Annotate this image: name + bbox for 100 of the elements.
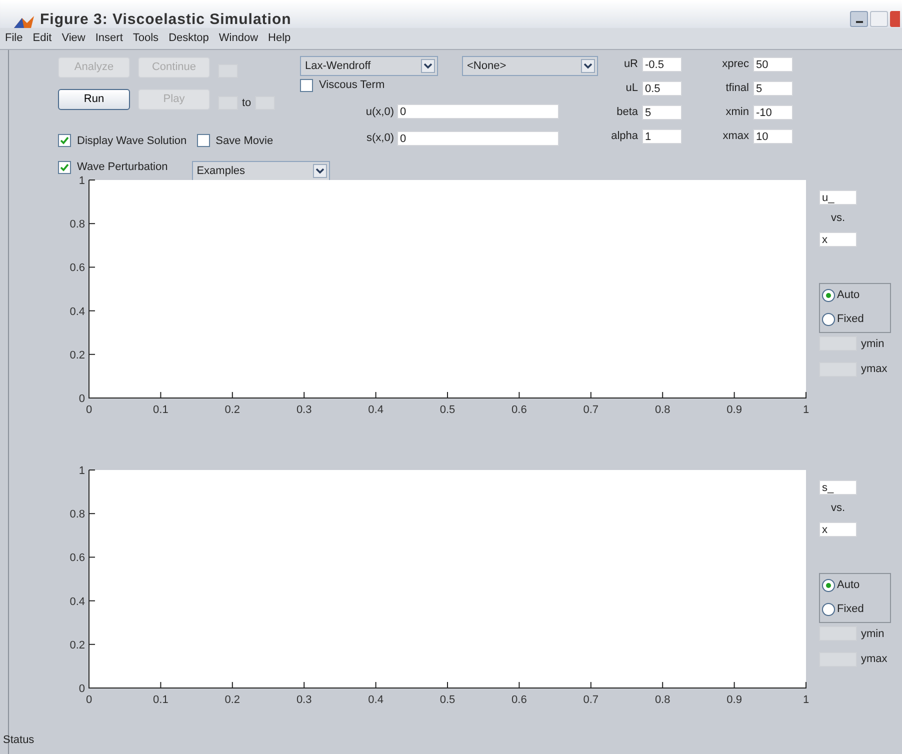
field-label: u(x,0) bbox=[364, 104, 395, 120]
input-field[interactable]: 0.5 bbox=[642, 80, 682, 96]
checkbox-label: Display Wave Solution bbox=[77, 134, 187, 148]
dropdown[interactable]: Examples bbox=[192, 161, 330, 181]
vs-label: vs. bbox=[831, 501, 846, 516]
range-label: to bbox=[242, 96, 252, 111]
checkbox[interactable] bbox=[300, 78, 313, 92]
checkbox[interactable] bbox=[58, 134, 71, 148]
tick-label: 1 bbox=[78, 465, 85, 477]
param-label: xmax bbox=[722, 128, 749, 144]
menu-item[interactable]: View bbox=[62, 30, 86, 47]
tick-label: 0.7 bbox=[583, 404, 599, 416]
radio-button[interactable] bbox=[822, 579, 835, 592]
checkmark-icon bbox=[60, 136, 69, 146]
chevron-down-icon bbox=[312, 164, 327, 178]
tick-label: 1 bbox=[802, 694, 809, 706]
input-field[interactable]: -0.5 bbox=[642, 56, 682, 72]
radio-label: Fixed bbox=[837, 602, 864, 618]
chevron-down-icon bbox=[581, 59, 595, 73]
tick-label: 0.9 bbox=[726, 404, 742, 416]
menu-item[interactable]: Edit bbox=[32, 30, 52, 47]
checkmark-icon bbox=[60, 162, 69, 172]
tick-label: 0.9 bbox=[726, 694, 742, 706]
push-button[interactable]: Run bbox=[58, 88, 130, 110]
checkbox-label: Viscous Term bbox=[319, 78, 385, 93]
param-label: alpha bbox=[611, 128, 638, 144]
input-field[interactable]: x bbox=[819, 522, 857, 536]
tick-label: 0.2 bbox=[224, 404, 240, 416]
dropdown[interactable]: Lax-Wendroff bbox=[300, 56, 438, 76]
input-field[interactable]: 0 bbox=[397, 104, 559, 120]
field-label: ymin bbox=[861, 626, 884, 642]
checkbox-label: Wave Perturbation bbox=[77, 160, 168, 175]
input-field[interactable]: 5 bbox=[753, 80, 793, 96]
tick-label: 0 bbox=[86, 404, 92, 416]
input-field[interactable]: -10 bbox=[753, 104, 793, 120]
tick-label: 0.2 bbox=[70, 639, 85, 652]
menu-item[interactable]: File bbox=[5, 30, 23, 47]
tick-label: 0 bbox=[78, 393, 85, 405]
radio-button[interactable] bbox=[822, 603, 835, 616]
menu-item[interactable]: Help bbox=[268, 30, 291, 47]
field-label: ymax bbox=[861, 362, 888, 377]
tick-label: 0.6 bbox=[512, 694, 527, 706]
tick-label: 0.8 bbox=[654, 694, 670, 706]
menu-item[interactable]: Window bbox=[218, 30, 258, 47]
tick-label: 0.4 bbox=[368, 694, 384, 706]
input-field[interactable]: x bbox=[819, 232, 857, 246]
input-field[interactable]: 50 bbox=[753, 56, 793, 72]
tick-label: 0.8 bbox=[70, 508, 85, 521]
radio-label: Fixed bbox=[837, 312, 864, 328]
menu-item[interactable]: Desktop bbox=[168, 30, 209, 47]
field-label: ymax bbox=[861, 652, 888, 667]
tick-label: 0 bbox=[86, 694, 92, 706]
tick-label: 0.8 bbox=[70, 218, 85, 231]
tick-label: 0.6 bbox=[70, 552, 85, 564]
menu-item[interactable]: Insert bbox=[95, 30, 123, 47]
param-label: tfinal bbox=[726, 80, 749, 96]
tick-label: 0.4 bbox=[70, 306, 85, 318]
tick-label: 0 bbox=[78, 683, 85, 695]
field-label: s(x,0) bbox=[366, 131, 395, 146]
chevron-down-icon bbox=[421, 59, 435, 73]
input-field[interactable]: 10 bbox=[753, 128, 793, 144]
radio-label: Auto bbox=[837, 578, 860, 594]
tick-label: 0.5 bbox=[440, 404, 456, 416]
param-label: uL bbox=[626, 80, 638, 96]
tick-label: 0.7 bbox=[583, 694, 599, 706]
tick-label: 0.4 bbox=[70, 596, 85, 608]
field-label: ymin bbox=[861, 336, 884, 352]
tick-label: 0.4 bbox=[368, 404, 384, 416]
vs-label: vs. bbox=[831, 211, 846, 226]
input-field[interactable]: u_ bbox=[819, 190, 857, 205]
tick-label: 0.1 bbox=[153, 694, 168, 706]
input-field[interactable]: 1 bbox=[642, 128, 682, 144]
checkbox-label: Save Movie bbox=[216, 134, 274, 148]
radio-button[interactable] bbox=[822, 313, 835, 326]
tick-label: 0.3 bbox=[296, 404, 312, 416]
status-text: Status bbox=[3, 732, 34, 748]
window-title: Figure 3: Viscoelastic Simulation bbox=[40, 12, 292, 28]
input-field[interactable]: 0 bbox=[397, 130, 559, 146]
tick-label: 0.8 bbox=[654, 404, 670, 416]
param-label: xprec bbox=[722, 56, 749, 72]
minimize-button[interactable] bbox=[850, 11, 868, 27]
tick-label: 0.6 bbox=[512, 404, 527, 416]
checkbox[interactable] bbox=[196, 134, 210, 148]
app-logo-icon bbox=[14, 16, 34, 28]
tick-label: 0.6 bbox=[70, 262, 85, 274]
tick-label: 1 bbox=[802, 404, 809, 416]
dropdown[interactable]: <None> bbox=[462, 56, 598, 76]
checkbox[interactable] bbox=[58, 160, 71, 174]
param-label: xmin bbox=[726, 104, 749, 120]
tick-label: 0.5 bbox=[440, 694, 456, 706]
minimize-icon bbox=[856, 21, 862, 23]
input-field[interactable]: 5 bbox=[642, 104, 682, 120]
param-label: uR bbox=[624, 56, 638, 72]
tick-label: 0.1 bbox=[153, 404, 168, 416]
menu-item[interactable]: Tools bbox=[132, 30, 159, 47]
tick-label: 0.2 bbox=[70, 349, 85, 362]
tick-label: 0.3 bbox=[296, 694, 312, 706]
tick-label: 0.2 bbox=[224, 694, 240, 706]
radio-button[interactable] bbox=[822, 289, 835, 302]
input-field[interactable]: s_ bbox=[819, 480, 857, 495]
